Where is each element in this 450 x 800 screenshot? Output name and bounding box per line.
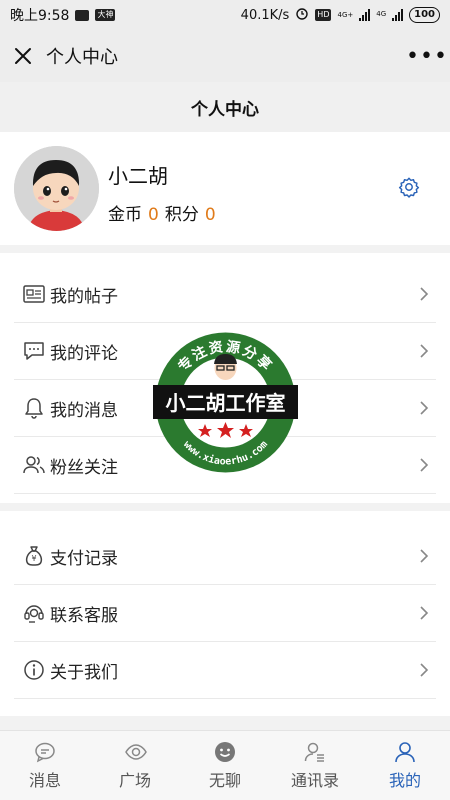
signal-icon-2: [392, 9, 404, 21]
alarm-icon: [295, 6, 309, 24]
tab-square[interactable]: 广场: [90, 731, 180, 800]
app-badge-icon: 大神: [95, 9, 116, 21]
chevron-right-icon: [418, 456, 430, 474]
menu-item-label: 关于我们: [50, 662, 118, 683]
tab-mine[interactable]: 我的: [360, 731, 450, 800]
tab-contacts[interactable]: 通讯录: [270, 731, 360, 800]
smile-icon: [214, 741, 236, 763]
headset-icon: [22, 601, 46, 625]
status-time: 晚上9:58: [10, 8, 70, 24]
menu-group-service: ¥ 支付记录 联系客服 关于我们: [0, 511, 450, 716]
page-title: 个人中心: [0, 82, 450, 132]
info-icon: [22, 658, 46, 682]
chevron-right-icon: [418, 342, 430, 360]
nav-title: 个人中心: [46, 47, 118, 68]
nav-bar: 个人中心 •••: [0, 30, 450, 82]
menu-item-my-posts[interactable]: 我的帖子: [14, 266, 436, 323]
menu-item-label: 我的消息: [50, 400, 118, 421]
watermark-logo: 专注资源分享 www.xiaoerhu.com 小二胡工作室: [153, 330, 298, 475]
contacts-icon: [304, 741, 326, 763]
watermark-mascot: [214, 354, 237, 380]
menu-item-about-us[interactable]: 关于我们: [14, 642, 436, 699]
points-label: 积分: [164, 205, 199, 225]
post-icon: [22, 282, 46, 306]
person-icon: [394, 741, 416, 763]
settings-gear-icon[interactable]: [398, 176, 420, 198]
more-options-icon[interactable]: •••: [406, 44, 447, 69]
status-bar: 晚上9:58 大神 40.1K/s HD 4G+ 4G 100: [0, 0, 450, 30]
username: 小二胡: [108, 164, 168, 188]
points-value: 0: [204, 205, 216, 225]
menu-item-payment-records[interactable]: ¥ 支付记录: [14, 528, 436, 585]
hd-icon: HD: [315, 9, 332, 21]
tab-label: 广场: [118, 770, 151, 790]
signal-icon-1: [359, 9, 371, 21]
chat-notification-icon: [75, 9, 90, 21]
menu-item-label: 粉丝关注: [50, 457, 118, 478]
tab-label: 我的: [388, 770, 421, 790]
money-bag-icon: ¥: [22, 544, 46, 568]
message-icon: [34, 741, 56, 763]
chevron-right-icon: [418, 604, 430, 622]
chevron-right-icon: [418, 285, 430, 303]
menu-item-label: 联系客服: [50, 605, 118, 626]
menu-item-label: 我的评论: [50, 343, 118, 364]
svg-text:¥: ¥: [31, 554, 36, 563]
net-label-2: 4G: [376, 10, 387, 18]
watermark-main-text: 小二胡工作室: [166, 391, 286, 415]
avatar[interactable]: [14, 146, 99, 231]
network-speed: 40.1K/s: [240, 7, 290, 23]
chevron-right-icon: [418, 399, 430, 417]
menu-item-label: 支付记录: [50, 548, 118, 569]
tab-label: 通讯录: [290, 770, 339, 790]
bell-icon: [22, 396, 46, 420]
close-icon[interactable]: [12, 45, 34, 67]
coins-label: 金币: [108, 205, 142, 225]
tab-bored[interactable]: 无聊: [180, 731, 270, 800]
bottom-tab-bar: 消息 广场 无聊 通讯录 我的: [0, 730, 450, 800]
comment-icon: [22, 339, 46, 363]
profile-card: 小二胡 金币 0 积分 0: [0, 132, 450, 245]
chevron-right-icon: [418, 661, 430, 679]
user-stats: 金币 0 积分 0: [108, 200, 222, 225]
battery-indicator: 100: [409, 7, 440, 23]
tab-label: 消息: [28, 770, 61, 790]
tab-messages[interactable]: 消息: [0, 731, 90, 800]
menu-item-customer-service[interactable]: 联系客服: [14, 585, 436, 642]
coins-value: 0: [148, 205, 159, 225]
fans-icon: [22, 453, 46, 477]
eye-icon: [124, 741, 147, 763]
tab-label: 无聊: [208, 770, 241, 790]
net-label-1: 4G+: [337, 11, 354, 19]
chevron-right-icon: [418, 547, 430, 565]
menu-item-label: 我的帖子: [50, 286, 118, 307]
